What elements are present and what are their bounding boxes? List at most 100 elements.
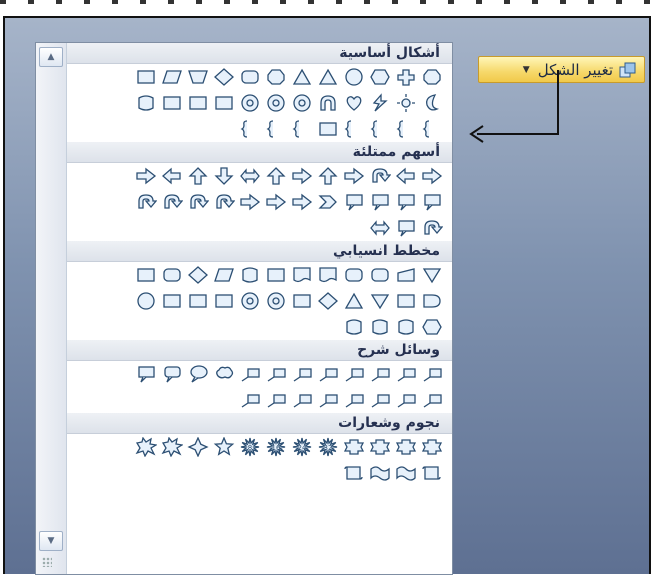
extract-icon[interactable] — [342, 290, 366, 312]
punched-tape-icon[interactable] — [212, 290, 236, 312]
rounded-rect-icon[interactable] — [238, 66, 262, 88]
up-arrow-icon[interactable] — [186, 165, 210, 187]
explosion-2-icon[interactable] — [160, 436, 184, 458]
folded-corner-icon[interactable] — [212, 92, 236, 114]
process-icon[interactable] — [134, 264, 158, 286]
curved-up-ribbon-icon[interactable] — [394, 436, 418, 458]
pentagon-icon[interactable] — [420, 66, 444, 88]
explosion-1-icon[interactable] — [134, 436, 158, 458]
left-arrow-icon[interactable] — [160, 165, 184, 187]
line-callout-2-noborder-icon[interactable] — [394, 389, 418, 411]
circular-arrow-2-icon[interactable] — [420, 217, 444, 239]
line-callout-2-accent-icon[interactable] — [290, 389, 314, 411]
line-callout-4-noborder-icon[interactable] — [342, 389, 366, 411]
double-wave-ribbon-icon[interactable] — [420, 436, 444, 458]
brace-pair-icon[interactable] — [290, 118, 314, 140]
collate-icon[interactable] — [290, 290, 314, 312]
down-arrow-icon[interactable] — [212, 165, 236, 187]
wave-icon[interactable] — [394, 462, 418, 484]
parallelogram-icon[interactable] — [160, 66, 184, 88]
curved-down-arrow-icon[interactable] — [186, 191, 210, 213]
left-right-arrow-icon[interactable] — [238, 165, 262, 187]
notched-right-arrow-icon[interactable] — [264, 191, 288, 213]
frame-icon[interactable] — [186, 92, 210, 114]
up-down-arrow-icon[interactable] — [264, 165, 288, 187]
connector-icon[interactable] — [134, 290, 158, 312]
star-5-icon[interactable] — [212, 436, 236, 458]
off-page-connector-icon[interactable] — [160, 290, 184, 312]
horizontal-scroll-icon[interactable] — [420, 462, 444, 484]
change-shape-button[interactable]: تغيير الشكل ▼ — [478, 56, 645, 83]
rectangle-icon[interactable] — [134, 66, 158, 88]
right-triangle-icon[interactable] — [316, 66, 340, 88]
can-icon[interactable] — [134, 92, 158, 114]
data-icon[interactable] — [212, 264, 236, 286]
display-icon[interactable] — [420, 316, 444, 338]
lightning-icon[interactable] — [368, 92, 392, 114]
up-arrow-callout-icon[interactable] — [420, 191, 444, 213]
plus-cross-icon[interactable] — [394, 66, 418, 88]
document-icon[interactable] — [290, 264, 314, 286]
hexagon-icon[interactable] — [368, 66, 392, 88]
arc-line-icon[interactable] — [238, 118, 262, 140]
bent-arrow-icon[interactable] — [342, 165, 366, 187]
star-4-icon[interactable] — [186, 436, 210, 458]
rounded-rect-callout-icon[interactable] — [160, 363, 184, 385]
down-arrow-callout-icon[interactable] — [368, 191, 392, 213]
octagon-icon[interactable] — [264, 66, 288, 88]
summing-junction-icon[interactable] — [238, 290, 262, 312]
oval-callout-icon[interactable] — [186, 363, 210, 385]
gallery-scrollbar[interactable]: ▲ ▼ — [36, 43, 67, 574]
magnetic-disk-icon[interactable] — [368, 316, 392, 338]
sequential-access-storage-icon[interactable] — [342, 316, 366, 338]
donut-icon[interactable] — [264, 92, 288, 114]
terminator-icon[interactable] — [368, 264, 392, 286]
sort-icon[interactable] — [316, 290, 340, 312]
multidocument-icon[interactable] — [316, 264, 340, 286]
down-ribbon-icon[interactable] — [342, 436, 366, 458]
line-callout-1-border-icon[interactable] — [238, 363, 262, 385]
no-symbol-icon[interactable] — [290, 92, 314, 114]
delay-icon[interactable] — [420, 290, 444, 312]
star-32-icon[interactable]: 32 — [316, 436, 340, 458]
or-icon[interactable] — [264, 290, 288, 312]
star-24-icon[interactable]: 24 — [290, 436, 314, 458]
line-callout-3-icon[interactable] — [394, 363, 418, 385]
quad-arrow-icon[interactable] — [290, 165, 314, 187]
stored-data-icon[interactable] — [394, 290, 418, 312]
direct-access-storage-icon[interactable] — [394, 316, 418, 338]
card-icon[interactable] — [186, 290, 210, 312]
bent-up-arrow-icon[interactable] — [420, 165, 444, 187]
star-8-icon[interactable]: 8 — [238, 436, 262, 458]
line-callout-2-icon[interactable] — [368, 363, 392, 385]
alternate-process-2-icon[interactable] — [160, 264, 184, 286]
plaque-icon[interactable] — [316, 118, 340, 140]
u-turn-arrow-icon[interactable] — [368, 165, 392, 187]
merge-2-icon[interactable] — [368, 290, 392, 312]
cube-icon[interactable] — [160, 92, 184, 114]
predefined-process-icon[interactable] — [264, 264, 288, 286]
line-callout-4-icon[interactable] — [420, 363, 444, 385]
right-bracket-icon[interactable] — [368, 118, 392, 140]
double-wave-icon[interactable] — [368, 462, 392, 484]
left-right-up-arrow-icon[interactable] — [368, 217, 392, 239]
diamond-icon[interactable] — [212, 66, 236, 88]
line-callout-3-noborder-icon[interactable] — [368, 389, 392, 411]
quad-arrow-callout-icon[interactable] — [394, 217, 418, 239]
line-callout-4-accent-icon[interactable] — [238, 389, 262, 411]
heart-icon[interactable] — [342, 92, 366, 114]
vertical-scroll-icon[interactable] — [342, 462, 366, 484]
bracket-pair-icon[interactable] — [264, 118, 288, 140]
sun-icon[interactable] — [394, 92, 418, 114]
cloud-callout-icon[interactable] — [212, 363, 236, 385]
scroll-up-button[interactable]: ▲ — [39, 47, 63, 67]
left-bracket-icon[interactable] — [342, 118, 366, 140]
chevron-icon[interactable] — [316, 191, 340, 213]
line-callout-4-border-icon[interactable] — [316, 363, 340, 385]
oval-icon[interactable] — [342, 66, 366, 88]
merge-icon[interactable] — [420, 264, 444, 286]
line-callout-2-border-icon[interactable] — [264, 363, 288, 385]
right-brace-icon[interactable] — [420, 118, 444, 140]
decision-icon[interactable] — [186, 264, 210, 286]
line-callout-3-border-icon[interactable] — [290, 363, 314, 385]
